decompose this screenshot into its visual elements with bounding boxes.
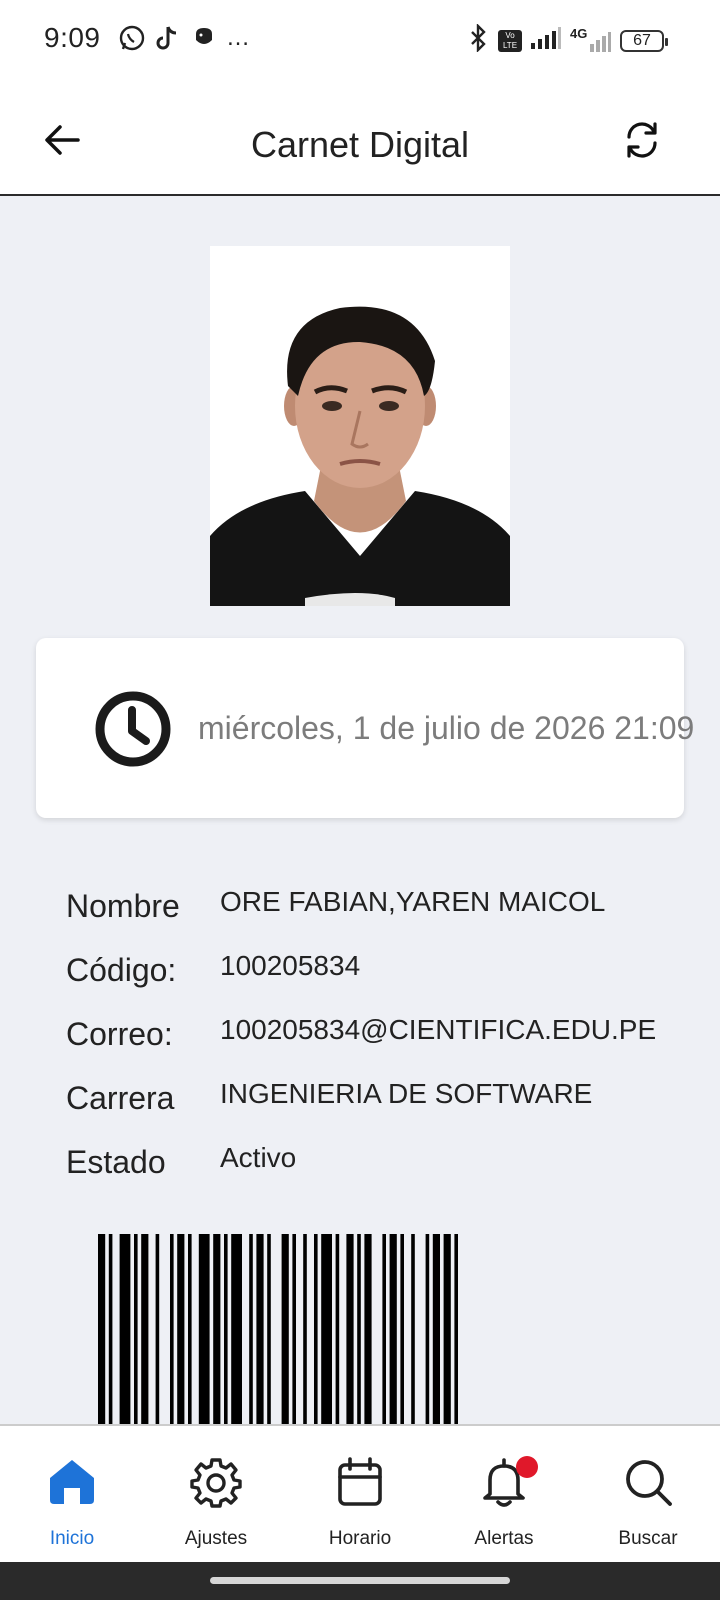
code-label: Código: xyxy=(66,952,177,988)
email-value: 100205834@CIENTIFICA.EDU.PE xyxy=(220,1014,657,1045)
system-navigation-bar xyxy=(0,1562,720,1600)
nav-item-ajustes[interactable]: Ajustes xyxy=(144,1426,288,1564)
barcode-bar xyxy=(364,1234,372,1424)
app-header: Carnet Digital xyxy=(0,80,720,196)
alerts-badge xyxy=(516,1456,538,1478)
nav-label-buscar: Buscar xyxy=(618,1528,678,1549)
barcode-bar xyxy=(213,1234,221,1424)
refresh-button[interactable] xyxy=(622,120,662,160)
nav-item-inicio[interactable]: Inicio xyxy=(0,1426,144,1564)
signal-icon xyxy=(530,26,562,55)
barcode-bar xyxy=(108,1234,113,1424)
status-value: Activo xyxy=(220,1142,297,1173)
nav-item-buscar[interactable]: Buscar xyxy=(576,1426,720,1564)
barcode-bar xyxy=(134,1234,138,1424)
email-label: Correo: xyxy=(66,1016,173,1052)
barcode-bar xyxy=(292,1234,296,1424)
system-indicators: Vo LTE 4G 67 xyxy=(466,23,668,57)
screen: 9:09 … Vo LTE 4G 67 Carnet Digital miérc… xyxy=(0,0,720,1600)
bluetooth-icon xyxy=(466,23,490,57)
home-gesture-handle[interactable] xyxy=(210,1577,510,1584)
calendar-icon xyxy=(338,1457,382,1506)
home-icon xyxy=(50,1460,94,1504)
barcode-bar xyxy=(443,1234,451,1424)
current-datetime: miércoles, 1 de julio de 2026 21:09 xyxy=(198,710,695,746)
bottom-navigation: Inicio Ajustes Horario Alertas Buscar xyxy=(0,1424,720,1562)
barcode-bar xyxy=(357,1234,361,1424)
name-label: Nombre xyxy=(66,888,180,924)
barcode-bar xyxy=(231,1234,242,1424)
barcode-bar xyxy=(303,1234,307,1424)
name-value: ORE FABIAN,YAREN MAICOL xyxy=(220,886,606,917)
barcode-bar xyxy=(321,1234,332,1424)
search-icon xyxy=(626,1460,672,1506)
status-bar: 9:09 … Vo LTE 4G 67 xyxy=(0,0,720,80)
barcode-bar xyxy=(281,1234,289,1424)
barcode-bar xyxy=(425,1234,430,1424)
page-title: Carnet Digital xyxy=(250,124,470,165)
nav-label-horario: Horario xyxy=(328,1528,392,1549)
app-notification-icon xyxy=(190,24,218,52)
code-value: 100205834 xyxy=(220,950,361,981)
student-photo xyxy=(210,246,510,606)
barcode-bar xyxy=(249,1234,253,1424)
barcode-bar xyxy=(119,1234,131,1424)
barcode-bar xyxy=(411,1234,415,1424)
more-notifications-icon: … xyxy=(226,24,250,51)
tiktok-icon xyxy=(154,24,182,52)
datetime-card: miércoles, 1 de julio de 2026 21:09 xyxy=(36,638,694,818)
info-row-code: Código: 100205834 xyxy=(66,944,686,1008)
nav-item-alertas[interactable]: Alertas xyxy=(432,1426,576,1564)
barcode-bar xyxy=(267,1234,271,1424)
status-time: 9:09 xyxy=(44,22,101,53)
student-info: Nombre ORE FABIAN,YAREN MAICOL Código: 1… xyxy=(66,880,686,1200)
refresh-icon xyxy=(627,122,657,158)
status-label: Estado xyxy=(66,1144,166,1180)
barcode-bar xyxy=(155,1234,160,1424)
barcode-bar xyxy=(335,1234,340,1424)
volte-icon: Vo LTE xyxy=(498,29,522,52)
nav-item-horario[interactable]: Horario xyxy=(288,1426,432,1564)
info-row-email: Correo: 100205834@CIENTIFICA.EDU.PE xyxy=(66,1008,686,1072)
info-row-career: Carrera INGENIERIA DE SOFTWARE xyxy=(66,1072,686,1136)
gear-icon xyxy=(190,1458,242,1508)
career-value: INGENIERIA DE SOFTWARE xyxy=(220,1078,593,1109)
career-label: Carrera xyxy=(66,1080,175,1116)
info-row-name: Nombre ORE FABIAN,YAREN MAICOL xyxy=(66,880,686,944)
barcode-bar xyxy=(389,1234,397,1424)
nav-label-ajustes: Ajustes xyxy=(184,1528,248,1549)
barcode-bar xyxy=(382,1234,386,1424)
barcode-bar xyxy=(170,1234,174,1424)
student-barcode xyxy=(98,1234,622,1424)
barcode-bar xyxy=(432,1234,440,1424)
nav-label-alertas: Alertas xyxy=(474,1528,534,1549)
info-row-status: Estado Activo xyxy=(66,1136,686,1200)
barcode-bar xyxy=(400,1234,404,1424)
barcode-bar xyxy=(224,1234,228,1424)
barcode-bar xyxy=(177,1234,185,1424)
network-4g-icon: 4G xyxy=(570,26,612,54)
notification-icons: … xyxy=(118,24,250,52)
barcode-bar xyxy=(256,1234,264,1424)
nav-label-inicio: Inicio xyxy=(49,1528,95,1549)
barcode-bar xyxy=(198,1234,210,1424)
clock-icon xyxy=(95,691,171,767)
battery-indicator: 67 xyxy=(620,29,668,52)
barcode-bar xyxy=(454,1234,458,1424)
barcode-bar xyxy=(314,1234,318,1424)
barcode-bar xyxy=(141,1234,149,1424)
barcode-bar xyxy=(188,1234,192,1424)
barcode-bar xyxy=(346,1234,354,1424)
whatsapp-icon xyxy=(118,24,146,52)
barcode-bar xyxy=(98,1234,106,1424)
